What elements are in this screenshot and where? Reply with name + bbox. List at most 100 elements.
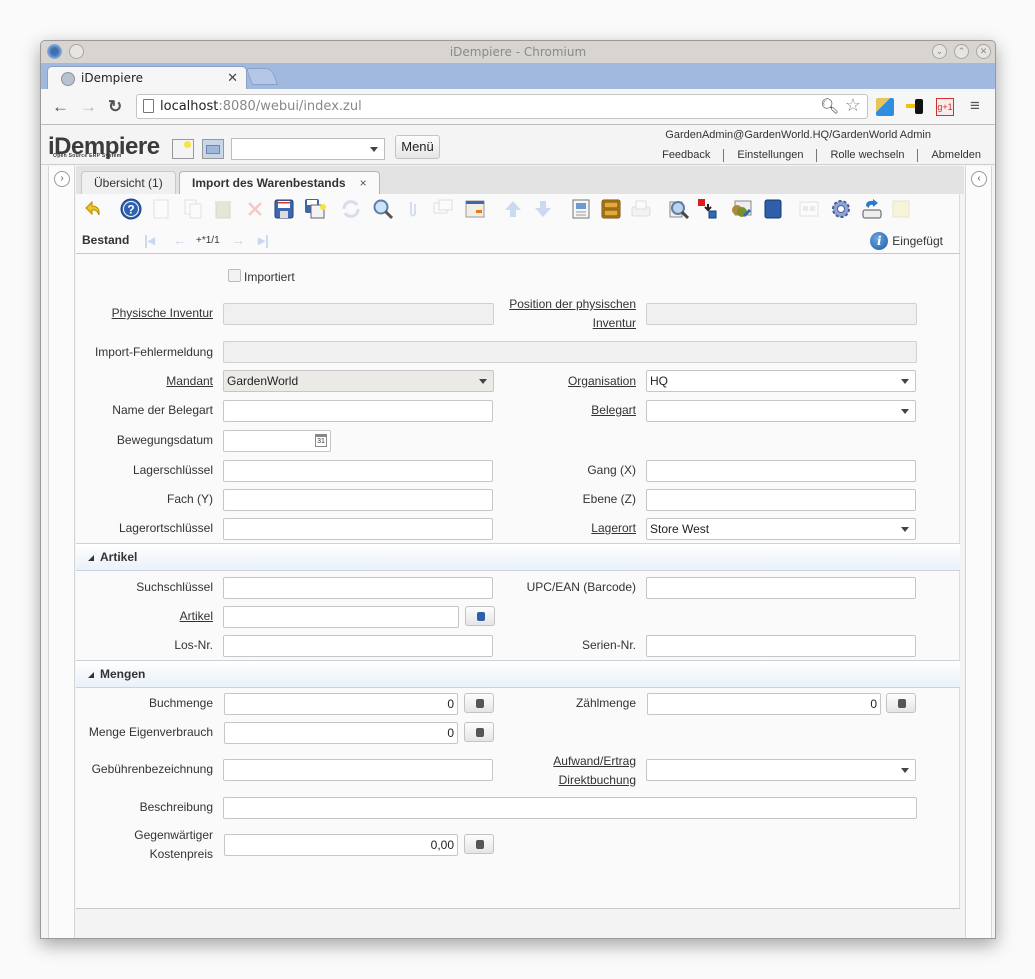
artikel-field[interactable] [223, 606, 459, 628]
mandant-label[interactable]: Mandant [166, 374, 213, 388]
eigenverbrauch-calculator-button[interactable] [464, 722, 494, 742]
reload-icon[interactable]: ↻ [108, 97, 122, 117]
physische-inventur-label[interactable]: Physische Inventur [112, 306, 213, 320]
expand-right-panel-button[interactable]: ‹ [971, 171, 987, 187]
buchmenge-calculator-button[interactable] [464, 693, 494, 713]
buchmenge-field[interactable]: 0 [224, 693, 458, 715]
post-it-icon[interactable] [890, 198, 912, 220]
grid-toggle-icon[interactable] [464, 198, 486, 220]
address-bar[interactable]: localhost:8080/webui/index.zul 🔍︎ ☆ [136, 94, 868, 119]
chevron-down-icon[interactable] [479, 379, 487, 384]
zaehlmenge-calculator-button[interactable] [886, 693, 916, 713]
bookmark-star-icon[interactable]: ☆ [845, 95, 861, 116]
preferences-link[interactable]: Einstellungen [723, 149, 816, 162]
organisation-label[interactable]: Organisation [568, 374, 636, 388]
tab-overview[interactable]: Übersicht (1) [81, 171, 176, 195]
close-tab-icon[interactable]: × [360, 176, 367, 190]
last-record-icon[interactable]: ▸| [258, 232, 269, 249]
serien-nr-field[interactable] [646, 635, 916, 657]
send-to-device-icon[interactable] [906, 98, 924, 116]
name-belegart-field[interactable] [223, 400, 493, 422]
next-record-icon[interactable]: → [231, 232, 245, 248]
chevron-down-icon[interactable] [901, 409, 909, 414]
save-and-new-icon[interactable] [304, 198, 326, 220]
chevron-down-icon[interactable] [901, 379, 909, 384]
chrome-menu-icon[interactable]: ≡ [970, 96, 980, 116]
close-window-button[interactable]: ✕ [976, 44, 991, 59]
save-icon[interactable] [273, 198, 295, 220]
ebene-field[interactable] [646, 489, 916, 511]
aufwand-label-1[interactable]: Aufwand/Ertrag [553, 754, 636, 768]
los-nr-field[interactable] [223, 635, 493, 657]
feedback-link[interactable]: Feedback [649, 149, 723, 162]
active-workflows-icon[interactable] [696, 198, 718, 220]
suchschluessel-field[interactable] [223, 577, 493, 599]
maximize-button[interactable]: ⌃ [954, 44, 969, 59]
tab-import-inventory[interactable]: Import des Warenbestands × [179, 171, 380, 196]
copy-record-icon[interactable] [182, 198, 204, 220]
parent-record-icon[interactable] [502, 198, 524, 220]
bewegungsdatum-field[interactable]: 31 [223, 430, 331, 452]
section-mengen[interactable]: Mengen [76, 660, 960, 688]
logout-link[interactable]: Abmelden [917, 149, 981, 162]
lagerort-select[interactable]: Store West [646, 518, 916, 540]
new-window-icon[interactable] [172, 139, 194, 159]
upc-field[interactable] [646, 577, 916, 599]
eigenverbrauch-field[interactable]: 0 [224, 722, 458, 744]
new-tab-button[interactable] [245, 68, 279, 85]
fach-field[interactable] [223, 489, 493, 511]
physische-inventur-field[interactable] [223, 303, 494, 325]
mandant-select[interactable]: GardenWorld [223, 370, 494, 392]
chevron-down-icon[interactable] [901, 527, 909, 532]
kostenpreis-calculator-button[interactable] [464, 834, 494, 854]
gebuehren-field[interactable] [223, 759, 493, 781]
zoom-across-icon[interactable] [668, 198, 690, 220]
lagerschluessel-field[interactable] [223, 460, 493, 482]
expand-left-panel-button[interactable]: › [54, 171, 70, 187]
position-inventur-label-1[interactable]: Position der physischen [509, 297, 636, 311]
new-record-icon[interactable] [150, 198, 172, 220]
zoom-icon[interactable]: 🔍︎ [820, 97, 839, 115]
help-icon[interactable]: ? [120, 198, 142, 220]
requests-icon[interactable] [730, 198, 752, 220]
belegart-select[interactable] [646, 400, 916, 422]
export-icon[interactable] [861, 198, 883, 220]
lagerortschluessel-field[interactable] [223, 518, 493, 540]
artikel-lookup-button[interactable] [465, 606, 495, 626]
product-info-icon[interactable] [762, 198, 784, 220]
kostenpreis-field[interactable]: 0,00 [224, 834, 458, 856]
menu-button[interactable]: Menü [395, 135, 440, 159]
aufwand-label-2[interactable]: Direktbuchung [559, 773, 636, 787]
previous-record-icon[interactable]: ← [173, 232, 187, 248]
fehlermeldung-field[interactable] [223, 341, 917, 363]
zaehlmenge-field[interactable]: 0 [647, 693, 881, 715]
open-folder-icon[interactable] [202, 139, 224, 159]
position-inventur-label-2[interactable]: Inventur [593, 316, 636, 330]
chevron-down-icon[interactable] [901, 768, 909, 773]
archive-icon[interactable] [600, 198, 622, 220]
minimize-button[interactable]: ⌄ [932, 44, 947, 59]
quick-form-icon[interactable] [798, 198, 820, 220]
change-role-link[interactable]: Rolle wechseln [816, 149, 917, 162]
refresh-icon[interactable] [340, 198, 362, 220]
lagerort-label[interactable]: Lagerort [591, 521, 636, 535]
importiert-checkbox[interactable] [228, 269, 241, 282]
beschreibung-field[interactable] [223, 797, 917, 819]
back-icon[interactable]: ← [52, 97, 69, 117]
delete-selection-icon[interactable] [244, 198, 266, 220]
google-plus-one-icon[interactable]: g+1 [936, 98, 954, 116]
browser-tab[interactable]: iDempiere ✕ [47, 66, 247, 89]
attachment-icon[interactable] [402, 198, 424, 220]
translate-icon[interactable] [876, 98, 894, 116]
chevron-down-icon[interactable] [370, 147, 378, 152]
artikel-label[interactable]: Artikel [180, 609, 213, 623]
gang-field[interactable] [646, 460, 916, 482]
detail-record-icon[interactable] [532, 198, 554, 220]
chat-icon[interactable] [432, 198, 454, 220]
first-record-icon[interactable]: |◂ [144, 232, 155, 249]
print-icon[interactable] [630, 198, 652, 220]
organisation-select[interactable]: HQ [646, 370, 916, 392]
url-text[interactable]: localhost:8080/webui/index.zul [160, 99, 362, 114]
undo-icon[interactable] [82, 198, 104, 220]
calendar-icon[interactable]: 31 [315, 434, 327, 447]
